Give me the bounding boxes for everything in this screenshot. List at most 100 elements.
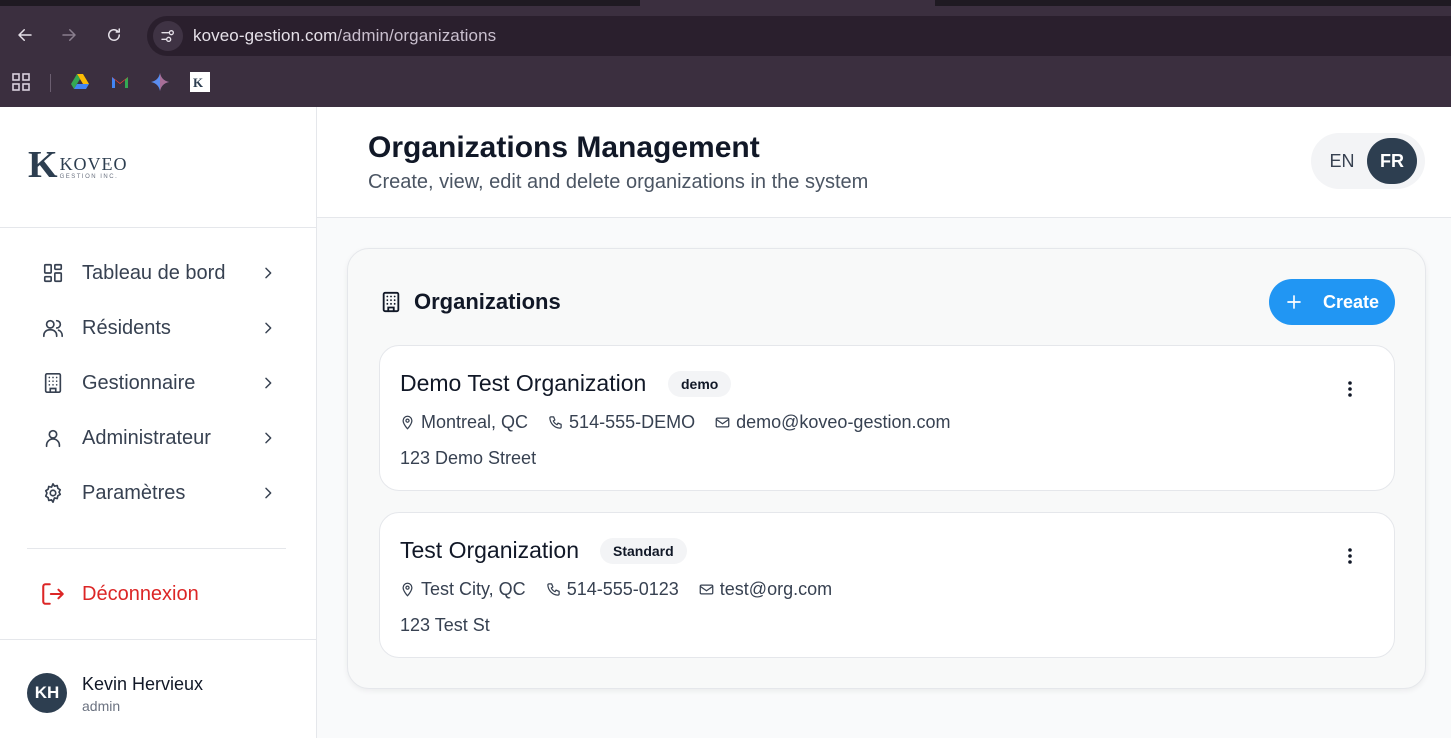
mail-icon [715,417,730,428]
page-header: Organizations Management Create, view, e… [317,107,1451,218]
sidebar-item-label: Résidents [82,316,171,339]
svg-text:K: K [193,75,204,90]
site-info-button[interactable] [153,21,183,51]
organization-name: Test Organization [400,537,579,563]
card-header: Organizations [380,289,561,315]
map-pin-icon [402,582,413,597]
language-toggle: EN FR [1311,133,1425,189]
more-vertical-icon [1348,381,1352,397]
create-button[interactable]: Create [1269,279,1395,325]
url-path: /admin/organizations [337,26,497,45]
sidebar-item-label: Paramètres [82,481,186,504]
chevron-right-icon [265,322,272,334]
browser-chrome: koveo-gestion.com/admin/organizations K [0,0,1451,107]
organization-email: demo@koveo-gestion.com [715,412,950,433]
organization-email: test@org.com [699,579,832,600]
city-text: Test City, QC [421,579,526,599]
sidebar-item-parametres[interactable]: Paramètres [40,473,276,513]
phone-icon [549,416,562,429]
url-text: koveo-gestion.com/admin/organizations [193,26,496,46]
sidebar-divider [27,548,286,549]
organization-city: Montreal, QC [400,412,528,433]
sidebar: K KOVEO GESTION INC. Tableau de bord Rés… [0,107,317,738]
apps-icon[interactable] [11,72,31,92]
lang-en-button[interactable]: EN [1317,138,1367,184]
lang-fr-button[interactable]: FR [1367,138,1417,184]
logo-brand: KOVEO [59,154,128,174]
organization-badge: demo [668,371,732,397]
user-name: Kevin Hervieux [82,674,204,694]
sidebar-item-residents[interactable]: Résidents [40,308,276,348]
phone-text: 514-555-DEMO [569,412,696,432]
chevron-right-icon [265,377,272,389]
phone-icon [546,583,560,596]
more-options-button[interactable] [1340,377,1360,401]
active-tab[interactable] [640,0,935,6]
building-icon [40,370,66,396]
gmail-icon[interactable] [110,72,130,92]
bookmarks-separator [50,74,51,92]
dashboard-icon [40,260,66,286]
organization-badge: Standard [600,538,687,564]
user-role: admin [82,698,121,714]
logout-button[interactable]: Déconnexion [40,574,199,614]
users-icon [40,315,66,341]
organization-address: 123 Demo Street [400,448,537,468]
email-text: test@org.com [719,579,833,599]
google-drive-icon[interactable] [70,72,90,92]
organization-address: 123 Test St [400,615,490,635]
chevron-right-icon [265,487,272,499]
koveo-logo[interactable]: K KOVEO GESTION INC. [28,144,128,186]
organization-phone: 514-555-0123 [546,579,679,600]
page-subtitle: Create, view, edit and delete organizati… [368,171,869,193]
logo-letter: K [28,144,58,186]
more-options-button[interactable] [1340,544,1360,568]
sidebar-item-tableau-de-bord[interactable]: Tableau de bord [40,253,276,293]
arrow-right-icon [62,29,76,41]
organization-name: Demo Test Organization [400,370,647,396]
sidebar-item-administrateur[interactable]: Administrateur [40,418,276,458]
plus-icon [1287,295,1301,309]
back-button[interactable] [12,22,38,48]
building-icon [382,291,400,313]
more-vertical-icon [1348,548,1352,564]
logout-label: Déconnexion [82,582,199,605]
user-profile[interactable]: KH Kevin Hervieux admin [0,639,316,738]
reload-button[interactable] [101,22,127,48]
organization-phone: 514-555-DEMO [548,412,695,433]
mail-icon [699,584,714,595]
sidebar-item-label: Gestionnaire [82,371,196,394]
tab-strip [0,0,1451,6]
gear-icon [40,480,66,506]
forward-button[interactable] [56,22,82,48]
avatar: KH [27,673,67,713]
sidebar-item-gestionnaire[interactable]: Gestionnaire [40,363,276,403]
arrow-left-icon [18,29,32,41]
address-bar[interactable]: koveo-gestion.com/admin/organizations [147,16,1451,56]
reload-icon [108,28,120,41]
organization-city: Test City, QC [400,579,526,600]
organization-card[interactable]: Test Organization Standard Test City, QC… [379,512,1395,658]
map-pin-icon [402,415,413,430]
create-label: Create [1323,291,1380,312]
koveo-favicon[interactable]: K [190,72,210,92]
main-content: Organizations Create Demo Test Organizat… [317,218,1451,738]
sidebar-item-label: Tableau de bord [82,261,226,284]
user-icon [40,425,66,451]
chevron-right-icon [265,432,272,444]
phone-text: 514-555-0123 [566,579,679,599]
url-host: koveo-gestion.com [193,26,338,45]
organization-card[interactable]: Demo Test Organization demo Montreal, QC… [379,345,1395,491]
logo-area: K KOVEO GESTION INC. [0,107,316,228]
organizations-card: Organizations Create Demo Test Organizat… [347,248,1426,689]
sidebar-item-label: Administrateur [82,426,211,449]
logo-sub: GESTION INC. [59,174,119,180]
bookmarks-bar: K [0,64,1451,100]
gemini-icon[interactable] [150,72,170,92]
card-title: Organizations [414,289,561,314]
email-text: demo@koveo-gestion.com [736,412,951,432]
city-text: Montreal, QC [421,412,529,432]
tune-icon [161,29,174,42]
page-title: Organizations Management [368,131,760,164]
organization-meta: Test City, QC 514-555-0123 test@org.com [400,579,852,600]
